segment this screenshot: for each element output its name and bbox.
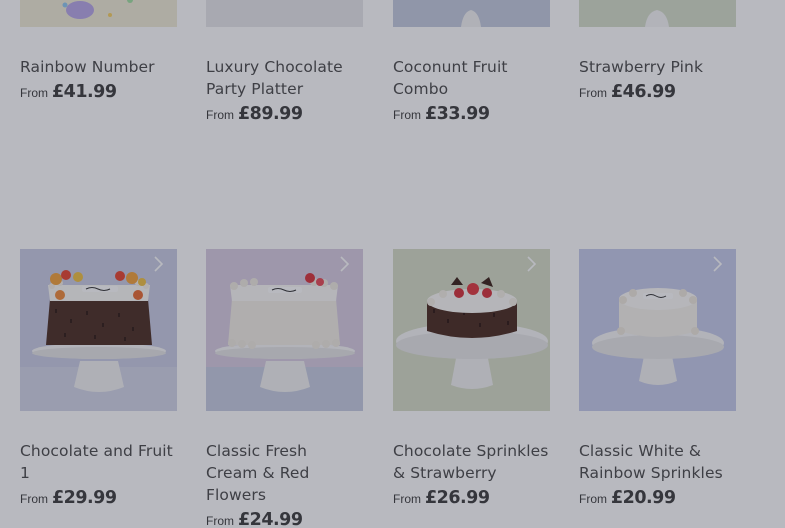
product-listing-page: Rainbow Number From £41.99 Luxury Chocola… [0,0,785,528]
modal-backdrop-overlay[interactable] [0,0,785,528]
